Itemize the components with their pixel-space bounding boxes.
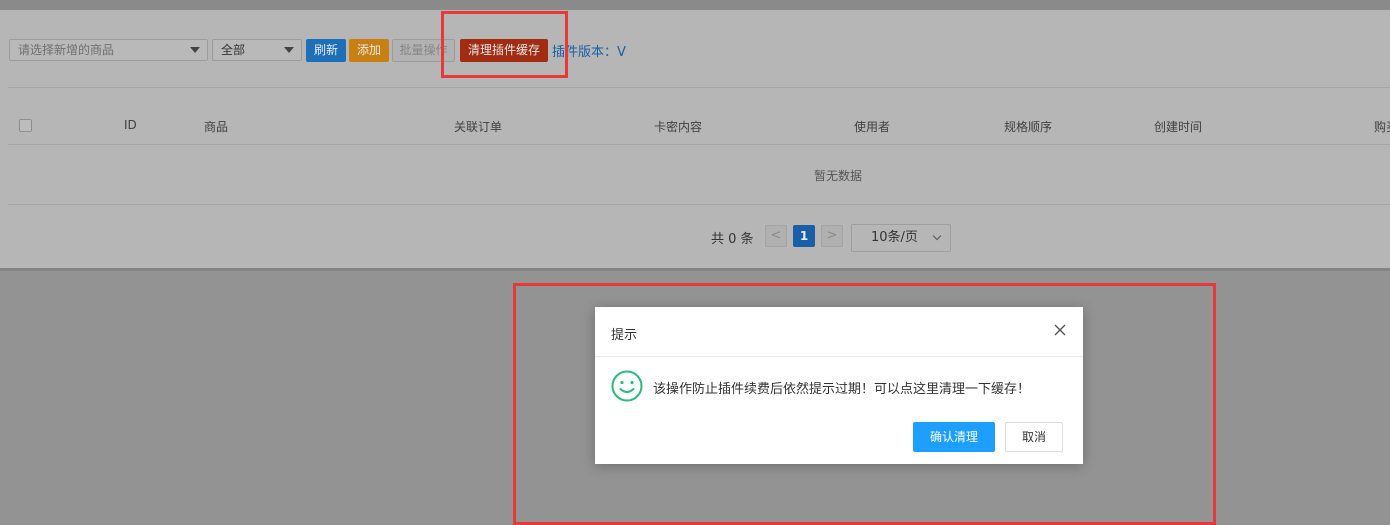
column-header-created-time[interactable]: 创建时间 (1154, 118, 1202, 135)
page-size-select[interactable]: 10条/页 (851, 224, 951, 252)
caret-down-icon (284, 47, 294, 53)
main-panel (0, 10, 1390, 268)
column-header-id[interactable]: ID (124, 118, 137, 132)
pagination-total: 共 0 条 (711, 232, 754, 247)
pagination-next-button[interactable]: > (821, 225, 843, 247)
product-select[interactable]: 请选择新增的商品 (9, 39, 208, 61)
column-header-product[interactable]: 商品 (204, 118, 228, 135)
column-header-card-content[interactable]: 卡密内容 (654, 118, 702, 135)
highlight-box-clear-cache (441, 11, 568, 78)
column-header-order[interactable]: 关联订单 (454, 118, 502, 135)
toolbar-divider (8, 87, 1390, 88)
column-header-spec-order[interactable]: 规格顺序 (1004, 118, 1052, 135)
dialog-message: 该操作防止插件续费后依然提示过期！可以点这里清理一下缓存！ (653, 382, 1031, 397)
pagination-prev-button[interactable]: < (765, 225, 787, 247)
status-select-value: 全部 (221, 43, 246, 57)
close-icon[interactable] (1053, 323, 1067, 337)
status-select[interactable]: 全部 (212, 39, 302, 61)
add-button[interactable]: 添加 (349, 39, 389, 62)
chevron-down-icon (932, 231, 942, 241)
column-header-purchase[interactable]: 购买 (1374, 118, 1390, 135)
product-select-placeholder: 请选择新增的商品 (18, 43, 115, 57)
cancel-button[interactable]: 取消 (1005, 422, 1063, 452)
pagination-page-1[interactable]: 1 (793, 225, 815, 247)
dialog-title-divider (595, 356, 1083, 357)
table-header-divider (8, 144, 1390, 145)
refresh-button[interactable]: 刷新 (306, 39, 346, 62)
page-size-value: 10条/页 (871, 230, 918, 245)
confirm-clear-button[interactable]: 确认清理 (913, 422, 995, 452)
table-empty-text: 暂无数据 (814, 169, 863, 183)
smile-icon (611, 370, 643, 402)
top-strip (0, 0, 1390, 10)
column-header-user[interactable]: 使用者 (854, 118, 890, 135)
dialog-title: 提示 (611, 328, 638, 343)
caret-down-icon (190, 47, 200, 53)
table-bottom-divider (8, 204, 1390, 205)
confirm-dialog: 提示 该操作防止插件续费后依然提示过期！可以点这里清理一下缓存！ 确认清理 取消 (595, 307, 1083, 464)
select-all-checkbox[interactable] (19, 119, 32, 132)
